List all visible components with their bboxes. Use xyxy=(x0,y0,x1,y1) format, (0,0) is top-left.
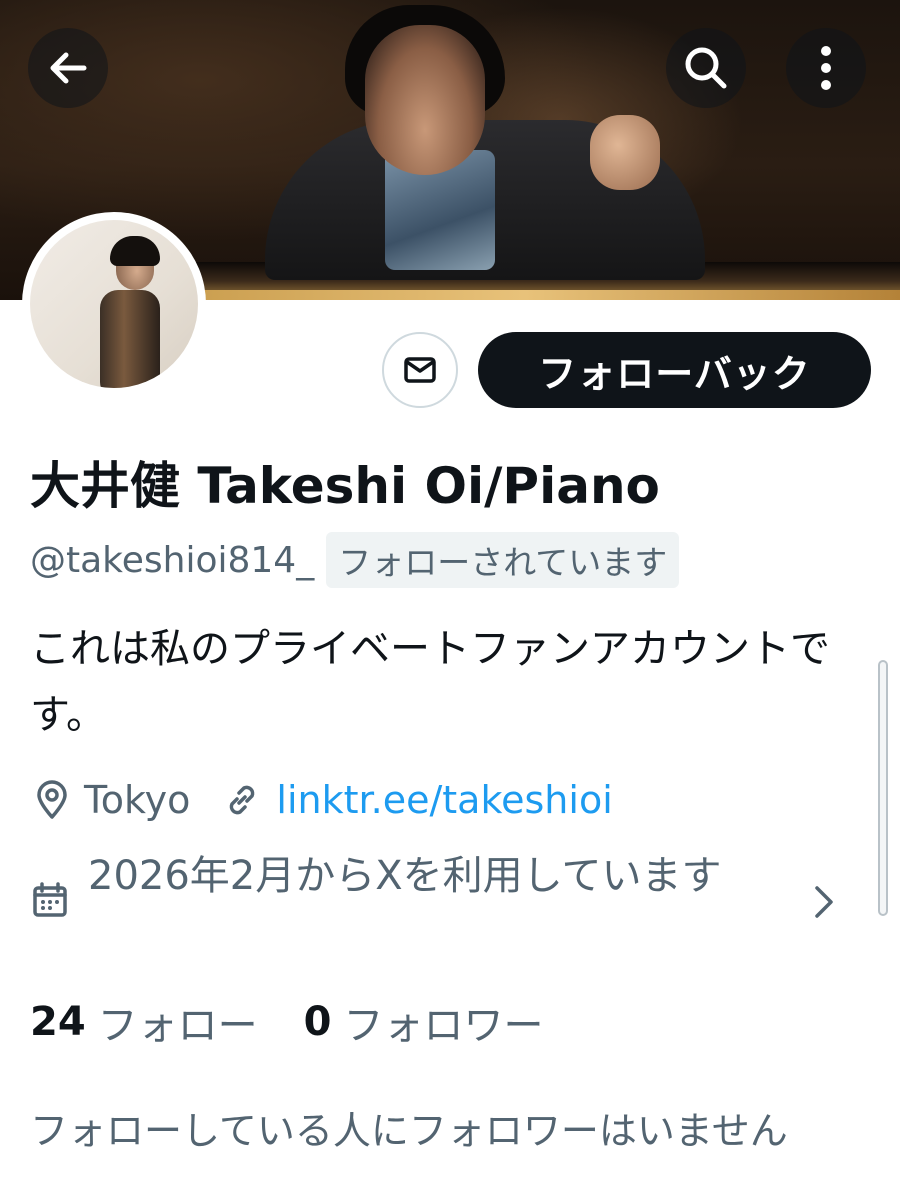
envelope-icon xyxy=(404,357,436,383)
profile-meta-row: Tokyo linktr.ee/takeshioi xyxy=(30,772,613,828)
followers-stat[interactable]: 0 フォロワー xyxy=(304,993,544,1051)
profile-location: Tokyo xyxy=(84,778,191,822)
user-handle: @takeshioi814_ xyxy=(30,539,315,581)
avatar-image xyxy=(30,220,198,388)
profile-website-link[interactable]: linktr.ee/takeshioi xyxy=(276,778,612,822)
back-button[interactable] xyxy=(28,28,108,108)
following-stat[interactable]: 24 フォロー xyxy=(30,993,258,1051)
search-icon xyxy=(685,47,727,89)
follow-back-button[interactable]: フォローバック xyxy=(478,332,871,408)
location-pin-icon xyxy=(30,778,74,822)
arrow-left-icon xyxy=(50,52,87,84)
following-label: フォロー xyxy=(97,1003,258,1049)
followers-label: フォロワー xyxy=(343,1003,544,1049)
profile-bio: これは私のプライベートファンアカウントです。 xyxy=(30,626,830,738)
joined-date-row[interactable]: 2026年2月からXを利用しています xyxy=(30,848,870,958)
joined-date: 2026年2月からXを利用しています xyxy=(88,853,722,899)
chevron-right-icon xyxy=(806,880,840,928)
follows-you-badge: フォローされています xyxy=(326,532,680,588)
search-button[interactable] xyxy=(666,28,746,108)
avatar-figure-body xyxy=(100,290,160,388)
avatar-figure-hair xyxy=(110,236,160,266)
more-options-button[interactable] xyxy=(786,28,866,108)
follow-stats: 24 フォロー 0 フォロワー xyxy=(30,994,544,1050)
avatar[interactable] xyxy=(22,212,206,396)
following-count: 24 xyxy=(30,999,86,1045)
calendar-icon xyxy=(30,880,70,924)
handle-row: @takeshioi814_ フォローされています xyxy=(30,532,680,588)
banner-pianist-head xyxy=(365,25,485,175)
message-button[interactable] xyxy=(382,332,458,408)
link-icon xyxy=(220,778,264,822)
followers-count: 0 xyxy=(303,999,332,1045)
banner-piano-edge xyxy=(150,290,900,300)
more-vertical-icon xyxy=(821,46,831,90)
followers-you-know-text: フォローしている人にフォロワーはいません xyxy=(30,1109,788,1153)
banner-pianist-hand xyxy=(590,115,660,190)
scrollbar[interactable] xyxy=(878,660,888,916)
display-name: 大井健 Takeshi Oi/Piano xyxy=(30,457,660,515)
